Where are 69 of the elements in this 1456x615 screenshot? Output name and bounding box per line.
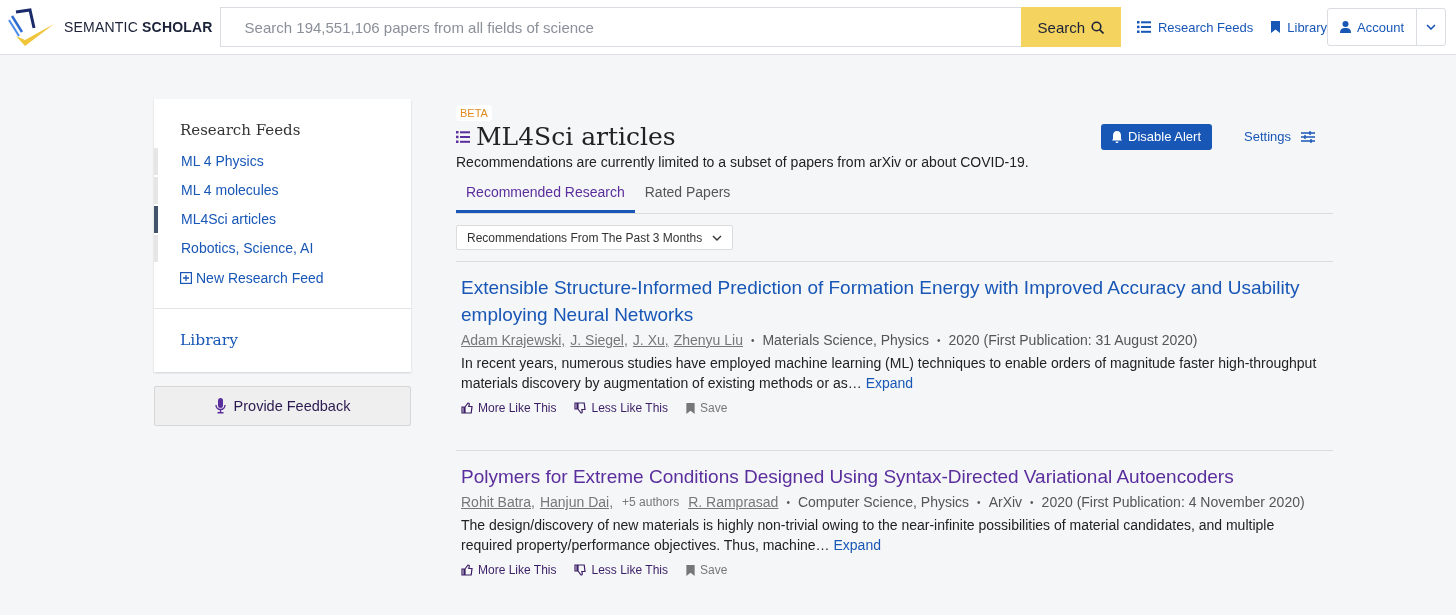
paper-action-link[interactable]: Less Like This	[574, 563, 668, 577]
bookmark-icon	[685, 564, 695, 576]
separator-dot: •	[750, 334, 755, 346]
list-icon	[456, 130, 470, 143]
library-link[interactable]: Library	[154, 308, 411, 372]
bell-icon	[1112, 130, 1123, 143]
feed-title: ML4Sci articles	[476, 122, 676, 151]
paper-action-link[interactable]: Less Like This	[574, 401, 668, 415]
paper-action-link[interactable]: Save	[685, 563, 728, 577]
logo-text[interactable]: SEMANTIC SCHOLAR	[64, 19, 213, 35]
tab[interactable]: Rated Papers	[634, 176, 741, 213]
paper-abstract: In recent years, numerous studies have employed machine learning (ML) techniques to enable orders of magnitude faster high-throughput materials discovery by augmentation of existing methods or as… Expand	[461, 354, 1318, 393]
feed-link[interactable]: ML 4 molecules	[154, 177, 411, 204]
separator-dot: •	[977, 496, 981, 508]
thumbs-up-icon	[461, 402, 473, 414]
author-link[interactable]: Rohit Batra,	[461, 494, 535, 510]
feed-link[interactable]: Robotics, Science, AI	[154, 235, 411, 262]
search-field[interactable]: Search 194,551,106 papers from all fields of science	[219, 7, 1021, 47]
paper-meta: 2020 (First Publication: 4 November 2020)	[1041, 494, 1305, 510]
feed-link[interactable]: ML4Sci articles	[154, 206, 411, 233]
thumbs-down-icon	[574, 402, 587, 414]
nav-link[interactable]: Library	[1271, 19, 1327, 35]
notice-text: Recommendations are currently limited to a subset of papers from arXiv or about COVID-19.	[456, 154, 1030, 170]
search-icon	[1091, 20, 1105, 34]
tab[interactable]: Recommended Research	[456, 176, 635, 213]
paper-action-link[interactable]: Save	[685, 401, 728, 415]
plus-square-icon	[180, 272, 192, 284]
author-link[interactable]: Zhenyu Liu	[673, 332, 743, 348]
paper-abstract: The design/discovery of new materials is highly non-trivial owing to the near-infinite possibilities of material candidates, and multiple required property/performance objectives. Thus, machine… Expand	[461, 516, 1276, 555]
disable-alert-button[interactable]: Disable Alert	[1101, 123, 1212, 150]
separator-dot: •	[936, 334, 941, 346]
author-link[interactable]: J. Siegel,	[570, 332, 628, 348]
beta-badge: BETA	[456, 105, 492, 121]
author-link[interactable]: J. Xu,	[632, 332, 669, 348]
sidebar-heading: Research Feeds	[179, 121, 302, 139]
author-link[interactable]: Adam Krajewski,	[461, 332, 566, 348]
thumbs-up-icon	[461, 564, 473, 576]
sliders-icon	[1301, 130, 1315, 143]
separator-dot: •	[1030, 496, 1034, 508]
paper-title-link[interactable]: Polymers for Extreme Conditions Designed Using Syntax-Directed Variational Autoencoders	[461, 463, 1328, 490]
feed-link[interactable]: ML 4 Physics	[154, 148, 411, 175]
chevron-down-icon	[712, 234, 723, 241]
microphone-icon	[214, 398, 226, 414]
author-link[interactable]: R. Ramprasad	[688, 494, 779, 510]
paper-action-link[interactable]: More Like This	[461, 401, 557, 415]
settings-link[interactable]: Settings	[1244, 129, 1315, 144]
nav-link[interactable]: Research Feeds	[1136, 19, 1254, 35]
logo-icon	[8, 8, 54, 46]
feedback-button[interactable]: Provide Feedback	[154, 386, 411, 426]
thumbs-down-icon	[574, 564, 587, 576]
chevron-down-icon	[1426, 24, 1436, 30]
bookmark-icon	[1271, 21, 1281, 33]
expand-link[interactable]: Expand	[865, 375, 914, 391]
separator-dot: •	[786, 496, 790, 508]
person-icon	[1340, 21, 1351, 33]
author-link[interactable]: Hanjun Dai,	[539, 494, 614, 510]
paper-meta: Materials Science, Physics	[762, 332, 929, 348]
date-filter-dropdown[interactable]: Recommendations From The Past 3 Months	[456, 225, 734, 250]
more-authors-link[interactable]: +5 authors	[622, 495, 680, 509]
bookmark-icon	[685, 402, 695, 414]
expand-link[interactable]: Expand	[833, 537, 881, 553]
paper-meta: ArXiv	[988, 494, 1023, 510]
list-icon	[1136, 21, 1151, 33]
new-feed-link[interactable]: New Research Feed	[154, 270, 411, 286]
paper-action-link[interactable]: More Like This	[461, 563, 557, 577]
paper-meta: 2020 (First Publication: 31 August 2020)	[948, 332, 1198, 348]
search-button[interactable]: Search	[1020, 7, 1121, 47]
paper-title-link[interactable]: Extensible Structure-Informed Prediction of Formation Energy with Improved Accuracy and Usability employing Neural Networks	[461, 274, 1328, 328]
paper-meta: Computer Science, Physics	[797, 494, 970, 510]
